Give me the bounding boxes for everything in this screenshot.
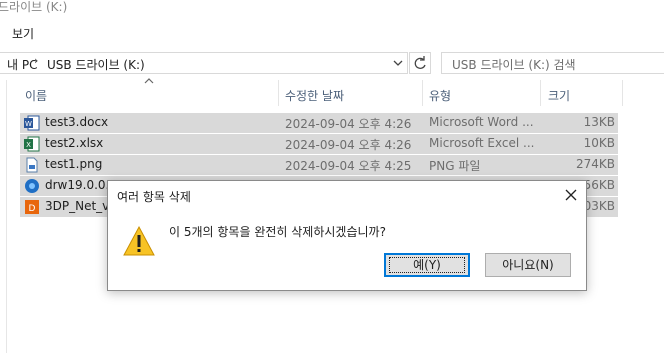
address-row: 내 PC › USB 드라이브 (K:) USB 드라이브 (K:) 검색 <box>0 50 664 78</box>
image-icon <box>26 157 38 173</box>
search-placeholder: USB 드라이브 (K:) 검색 <box>452 58 576 72</box>
svg-text:D: D <box>29 204 36 214</box>
file-type: Microsoft Excel ... <box>429 136 535 150</box>
column-date[interactable]: 수정한 날짜 <box>285 87 344 104</box>
excel-icon: X <box>24 136 40 152</box>
file-type: PNG 파일 <box>429 159 481 173</box>
file-size: 03KB <box>583 199 615 213</box>
search-input[interactable]: USB 드라이브 (K:) 검색 <box>441 52 664 74</box>
breadcrumb-chevron-icon[interactable]: › <box>34 54 38 67</box>
file-row[interactable]: X test2.xlsx 2024-09-04 오후 4:26 Microsof… <box>20 134 618 154</box>
file-row[interactable]: test1.png 2024-09-04 오후 4:25 PNG 파일 274K… <box>20 155 618 175</box>
column-header-row: 이름 수정한 날짜 유형 크기 <box>0 78 664 108</box>
svg-text:W: W <box>25 120 32 128</box>
delete-confirm-dialog: 여러 항목 삭제 이 5개의 항목을 완전히 삭제하시겠습니까? 예(Y) 아니… <box>107 180 587 291</box>
dialog-title: 여러 항목 삭제 <box>117 190 191 204</box>
file-name: test2.xlsx <box>45 136 104 150</box>
file-name: test1.png <box>45 157 103 171</box>
file-date: 2024-09-04 오후 4:25 <box>285 159 412 173</box>
app-icon: D <box>25 200 39 214</box>
file-size: 10KB <box>583 136 615 150</box>
file-size: 13KB <box>583 115 615 129</box>
file-name: test3.docx <box>45 115 109 129</box>
breadcrumb-this-pc[interactable]: 내 PC <box>7 56 37 73</box>
column-type[interactable]: 유형 <box>429 87 451 104</box>
column-divider[interactable] <box>278 80 279 106</box>
address-bar[interactable]: 내 PC › USB 드라이브 (K:) <box>0 52 408 74</box>
column-divider[interactable] <box>422 80 423 106</box>
column-divider[interactable] <box>622 80 623 106</box>
file-date: 2024-09-04 오후 4:26 <box>285 138 412 152</box>
breadcrumb-usb-drive[interactable]: USB 드라이브 (K:) <box>47 56 145 73</box>
dialog-message: 이 5개의 항목을 완전히 삭제하시겠습니까? <box>169 225 386 239</box>
menu-view[interactable]: 보기 <box>12 25 34 42</box>
focus-rectangle <box>389 257 465 273</box>
refresh-icon <box>414 56 426 69</box>
close-icon[interactable] <box>562 186 580 204</box>
refresh-button[interactable] <box>409 52 431 74</box>
column-divider[interactable] <box>540 80 541 106</box>
column-name[interactable]: 이름 <box>25 87 47 104</box>
svg-text:X: X <box>26 141 31 149</box>
ribbon-tabs: 보기 <box>0 18 664 48</box>
file-size: 56KB <box>583 178 615 192</box>
file-size: 274KB <box>575 157 615 171</box>
nav-pane-divider[interactable] <box>6 80 7 353</box>
no-button[interactable]: 아니요(N) <box>485 253 571 277</box>
file-row[interactable]: W test3.docx 2024-09-04 오후 4:26 Microsof… <box>20 113 618 133</box>
word-icon: W <box>24 115 40 131</box>
file-type: Microsoft Word ... <box>429 115 534 129</box>
installer-icon <box>25 179 39 193</box>
no-button-label: 아니요(N) <box>502 258 554 272</box>
window-title: 드라이브 (K:) <box>0 0 68 14</box>
yes-button[interactable]: 예(Y) <box>384 253 470 277</box>
warning-icon <box>123 225 155 256</box>
window-title-bar: 드라이브 (K:) <box>0 0 664 16</box>
sort-ascending-icon <box>144 78 154 84</box>
chevron-down-icon[interactable] <box>391 56 405 70</box>
column-size[interactable]: 크기 <box>548 87 570 104</box>
file-date: 2024-09-04 오후 4:26 <box>285 117 412 131</box>
